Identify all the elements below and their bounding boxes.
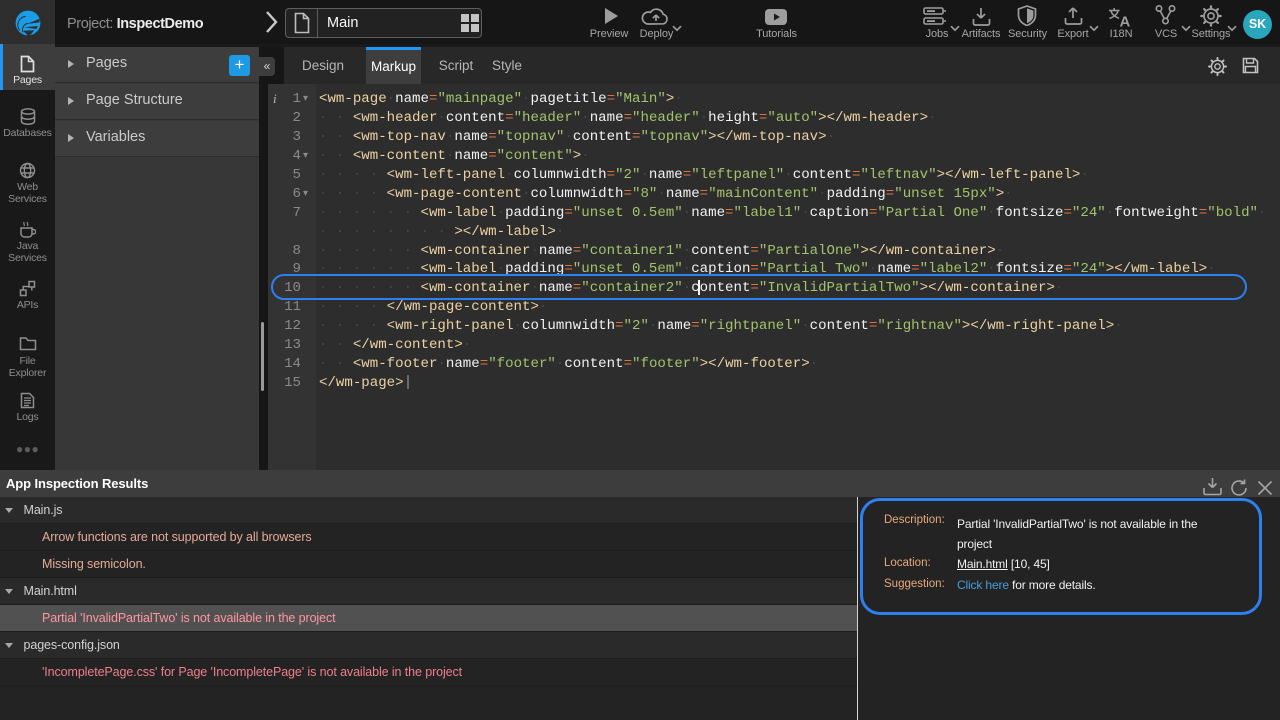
svg-text:A: A: [1120, 14, 1131, 28]
